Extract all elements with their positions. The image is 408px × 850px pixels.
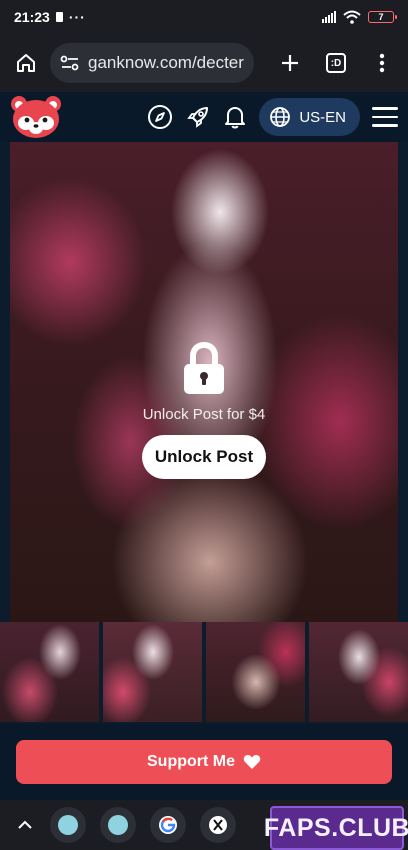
thumbnail-strip xyxy=(0,622,408,722)
site-header: US-EN xyxy=(0,92,408,142)
home-icon xyxy=(17,54,35,72)
lock-icon xyxy=(184,342,224,394)
google-icon xyxy=(159,816,177,834)
support-area: Support Me xyxy=(0,724,408,800)
tab-switcher-button[interactable]: :D xyxy=(320,47,352,79)
unlock-overlay: Unlock Post for $4 Unlock Post xyxy=(0,342,408,479)
wifi-icon xyxy=(343,10,361,24)
rocket-icon[interactable] xyxy=(185,104,211,130)
compass-icon[interactable] xyxy=(147,104,173,130)
browser-toolbar: ganknow.com/decter :D xyxy=(0,34,408,92)
status-time: 21:23 xyxy=(14,9,50,25)
signal-icon xyxy=(322,11,336,23)
menu-icon[interactable] xyxy=(372,107,398,127)
shortcut-x[interactable] xyxy=(200,807,236,843)
shortcut-app-1[interactable] xyxy=(50,807,86,843)
status-left: 21:23 ··· xyxy=(14,9,86,25)
home-button[interactable] xyxy=(10,47,42,79)
thumbnail[interactable] xyxy=(309,622,408,722)
bell-icon[interactable] xyxy=(223,104,247,130)
app-icon xyxy=(108,815,128,835)
browser-actions: :D xyxy=(274,47,398,79)
heart-icon xyxy=(243,755,261,769)
unlock-post-button[interactable]: Unlock Post xyxy=(141,435,267,479)
sim-icon xyxy=(55,12,63,22)
thumbnail[interactable] xyxy=(206,622,305,722)
thumbnail[interactable] xyxy=(0,622,99,722)
address-bar[interactable]: ganknow.com/decter xyxy=(50,43,254,83)
shortcut-app-2[interactable] xyxy=(100,807,136,843)
app-icon xyxy=(58,815,78,835)
language-label: US-EN xyxy=(299,108,346,126)
status-right: 7 xyxy=(322,10,397,24)
url-text[interactable]: ganknow.com/decter xyxy=(88,53,244,73)
battery-icon: 7 xyxy=(368,11,397,23)
globe-icon xyxy=(270,107,291,127)
new-tab-icon xyxy=(282,55,298,71)
status-bar: 21:23 ··· 7 xyxy=(0,0,408,34)
notification-overflow: ··· xyxy=(68,9,86,25)
support-me-button[interactable]: Support Me xyxy=(16,740,392,784)
site-settings-icon[interactable] xyxy=(60,54,80,72)
x-logo-icon xyxy=(209,816,227,834)
header-actions: US-EN xyxy=(147,98,398,136)
shortcut-google[interactable] xyxy=(150,807,186,843)
support-label: Support Me xyxy=(147,753,235,770)
post-container: Unlock Post for $4 Unlock Post xyxy=(0,142,408,724)
battery-level: 7 xyxy=(378,12,384,22)
more-options-button[interactable] xyxy=(366,47,398,79)
watermark: FAPS.CLUB xyxy=(264,806,408,850)
unlock-price-text: Unlock Post for $4 xyxy=(142,406,266,423)
expand-button[interactable] xyxy=(14,820,36,830)
red-panda-logo[interactable] xyxy=(10,95,62,139)
new-tab-button[interactable] xyxy=(274,47,306,79)
language-selector[interactable]: US-EN xyxy=(259,98,360,136)
thumbnail[interactable] xyxy=(103,622,202,722)
more-options-icon xyxy=(379,53,385,73)
chevron-up-icon xyxy=(18,820,32,829)
tab-switcher-icon: :D xyxy=(326,53,346,73)
